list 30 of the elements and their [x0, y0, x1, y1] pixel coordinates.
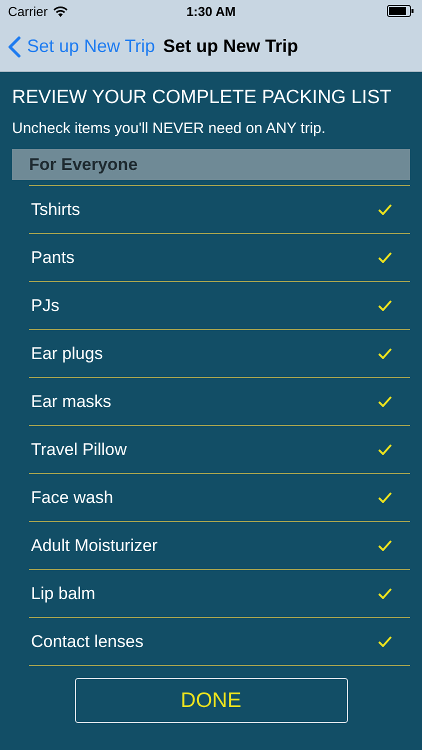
battery-icon — [387, 5, 414, 17]
checkmark-icon[interactable] — [378, 396, 392, 407]
item-label[interactable]: Travel Pillow — [31, 440, 127, 460]
checkmark-icon[interactable] — [378, 492, 392, 503]
clock-time: 1:30 AM — [185, 4, 237, 18]
section-header: For Everyone — [12, 149, 410, 180]
done-button[interactable]: DONE — [74, 678, 348, 723]
checkmark-icon[interactable] — [378, 588, 392, 599]
checkmark-icon[interactable] — [378, 636, 392, 647]
item-label[interactable]: PJs — [31, 296, 60, 316]
checkmark-icon[interactable] — [378, 300, 392, 311]
checkmark-icon[interactable] — [378, 252, 392, 263]
item-label[interactable]: Contact lenses — [31, 632, 144, 652]
item-label[interactable]: Tshirts — [31, 200, 80, 220]
item-label[interactable]: Ear masks — [31, 392, 112, 412]
item-label[interactable]: Ear plugs — [31, 344, 103, 364]
chevron-left-icon[interactable] — [8, 36, 21, 58]
item-label[interactable]: Pants — [31, 248, 74, 268]
item-label[interactable]: Adult Moisturizer — [31, 536, 158, 556]
instruction-text: Uncheck items you'll NEVER need on ANY trip. — [12, 119, 327, 139]
checkmark-icon[interactable] — [378, 348, 392, 359]
item-label[interactable]: Lip balm — [31, 584, 96, 604]
item-label[interactable]: Face wash — [31, 488, 114, 508]
screen-title: Set up New Trip — [163, 36, 298, 57]
checkmark-icon[interactable] — [378, 444, 392, 455]
wifi-icon — [52, 6, 68, 16]
checkmark-icon[interactable] — [378, 204, 392, 215]
heading: REVIEW YOUR COMPLETE PACKING LIST — [12, 86, 392, 110]
checkmark-icon[interactable] — [378, 540, 392, 551]
carrier-label: Carrier — [8, 4, 48, 18]
